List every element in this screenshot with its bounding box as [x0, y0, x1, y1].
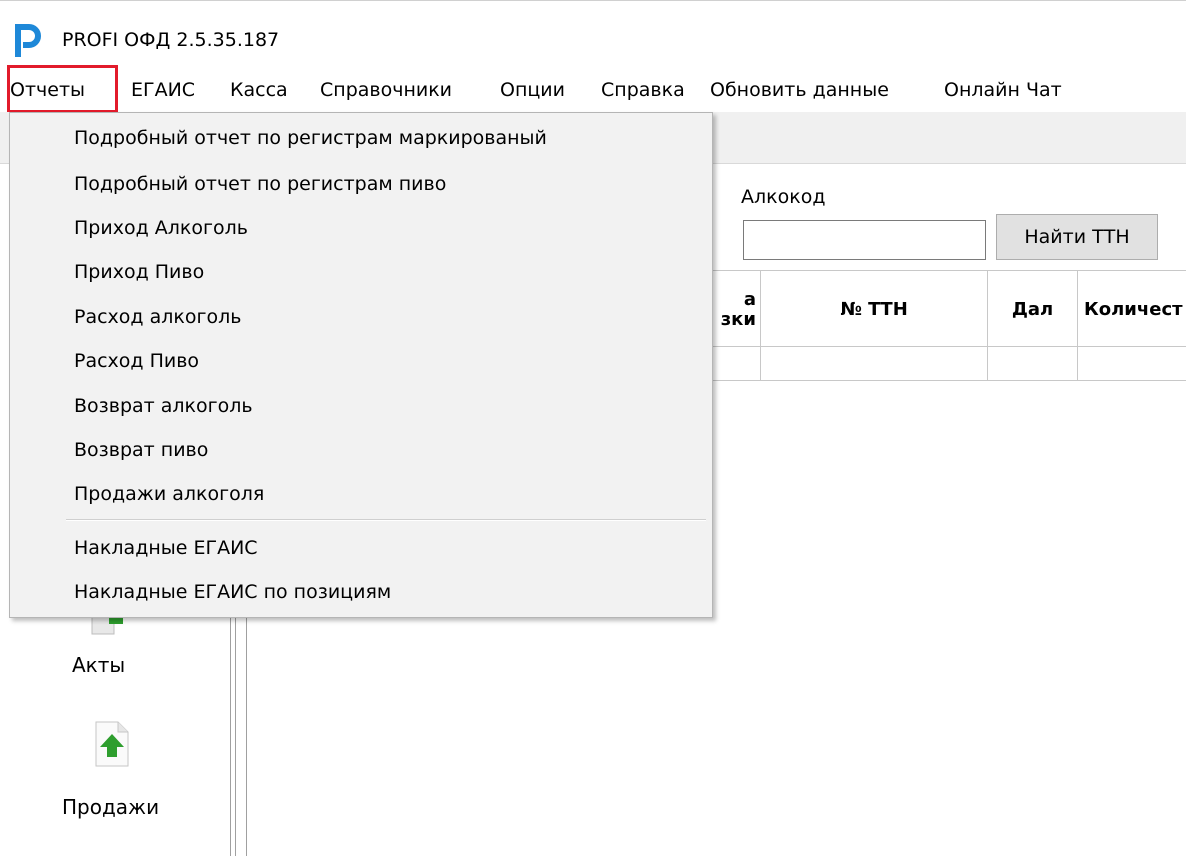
- menu-item-expense-alcohol[interactable]: Расход алкоголь: [74, 306, 241, 328]
- column-header-quantity[interactable]: Количест: [1077, 271, 1186, 348]
- menu-directories[interactable]: Справочники: [320, 79, 452, 101]
- table-cell: [760, 347, 987, 381]
- alcocode-label: Алкокод: [741, 186, 826, 208]
- menu-item-income-beer[interactable]: Приход Пиво: [74, 261, 204, 283]
- menu-bar: Отчеты ЕГАИС Касса Справочники Опции Спр…: [0, 70, 1186, 112]
- menu-item-income-alcohol[interactable]: Приход Алкоголь: [74, 217, 248, 239]
- nav-item-sales[interactable]: Продажи: [60, 720, 180, 830]
- menu-item-egais-invoices-by-position[interactable]: Накладные ЕГАИС по позициям: [74, 581, 391, 603]
- menu-item-detailed-register-beer[interactable]: Подробный отчет по регистрам пиво: [74, 173, 446, 195]
- menu-help[interactable]: Справка: [601, 79, 685, 101]
- nav-item-sales-label: Продажи: [62, 795, 160, 819]
- menu-online-chat[interactable]: Онлайн Чат: [944, 79, 1062, 101]
- grid-header: а зки № ТТН Дал Количест: [700, 270, 1186, 348]
- panel-splitter[interactable]: [216, 600, 247, 856]
- menu-item-expense-beer[interactable]: Расход Пиво: [74, 350, 199, 372]
- left-nav-panel: Акты Продажи: [0, 600, 216, 856]
- document-upload-icon: [95, 721, 129, 767]
- menu-separator: [66, 519, 706, 521]
- table-cell: [1077, 347, 1186, 381]
- title-bar: PROFI ОФД 2.5.35.187: [0, 0, 1186, 70]
- column-header-ttn-number[interactable]: № ТТН: [760, 271, 987, 348]
- menu-reports-highlight: [7, 65, 118, 113]
- menu-kassa[interactable]: Касса: [230, 79, 288, 101]
- menu-options[interactable]: Опции: [500, 79, 565, 101]
- menu-item-detailed-register-marked[interactable]: Подробный отчет по регистрам маркированы…: [74, 127, 547, 149]
- reports-dropdown-menu: Подробный отчет по регистрам маркированы…: [9, 112, 713, 618]
- table-row[interactable]: [700, 347, 1186, 381]
- find-ttn-button[interactable]: Найти ТТН: [996, 214, 1158, 260]
- app-title: PROFI ОФД 2.5.35.187: [62, 29, 280, 51]
- menu-item-egais-invoices[interactable]: Накладные ЕГАИС: [74, 537, 258, 559]
- menu-refresh-data[interactable]: Обновить данные: [710, 79, 889, 101]
- nav-item-acts-label: Акты: [72, 653, 126, 677]
- menu-item-return-alcohol[interactable]: Возврат алкоголь: [74, 395, 253, 417]
- menu-item-return-beer[interactable]: Возврат пиво: [74, 439, 208, 461]
- table-cell: [987, 347, 1077, 381]
- alcocode-input[interactable]: [743, 220, 986, 260]
- menu-item-alcohol-sales[interactable]: Продажи алкоголя: [74, 483, 264, 505]
- menu-egais[interactable]: ЕГАИС: [131, 79, 195, 101]
- profi-p-logo-icon: [15, 24, 41, 57]
- column-header-dal[interactable]: Дал: [987, 271, 1077, 348]
